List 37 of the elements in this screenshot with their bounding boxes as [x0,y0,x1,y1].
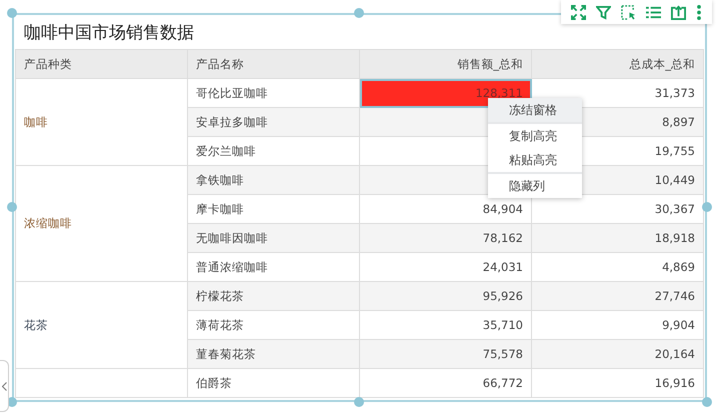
chart-title: 咖啡中国市场销售数据 [23,22,195,45]
table-cell: 拿铁咖啡 [188,166,360,194]
category-cell: 浓缩咖啡 [24,216,72,230]
table-cell: 66,772 [360,368,532,398]
table-cell: 无咖啡因咖啡 [188,224,360,252]
fullscreen-icon[interactable] [571,4,586,20]
table-cell: 78,162 [360,224,532,252]
chevron-left-icon [2,382,6,390]
table-cell: 95,926 [360,282,532,310]
category-cell: 花茶 [24,318,48,332]
filter-icon[interactable] [596,4,611,20]
column-header[interactable]: 销售额_总和 [360,50,532,78]
column-header[interactable]: 产品名称 [188,50,360,78]
category-cell: 咖啡 [24,114,48,128]
resize-handle[interactable] [354,397,364,407]
menu-item[interactable]: 隐藏列 [488,174,582,198]
table-cell: 75,578 [360,340,532,368]
list-icon[interactable] [646,4,661,20]
table-cell: 伯爵茶 [188,368,360,398]
column-header[interactable]: 总成本_总和 [532,50,704,78]
selection-cursor-icon[interactable] [621,4,636,20]
table-cell: 菫春菊花茶 [188,340,360,368]
export-icon[interactable] [671,4,686,20]
table-cell: 安卓拉多咖啡 [188,108,360,136]
resize-handle[interactable] [7,202,17,212]
resize-handle[interactable] [702,397,712,407]
more-icon[interactable] [696,4,702,20]
resize-handle[interactable] [702,202,712,212]
resize-handle[interactable] [7,8,17,18]
column-header[interactable]: 产品种类 [16,50,188,78]
table-cell: 27,746 [532,282,704,310]
table-cell: 16,916 [532,368,704,398]
table-cell: 柠檬花茶 [188,282,360,310]
table-cell: 20,164 [532,340,704,368]
resize-handle[interactable] [354,8,364,18]
table-cell: 18,918 [532,224,704,252]
collapse-tab[interactable] [0,360,9,412]
